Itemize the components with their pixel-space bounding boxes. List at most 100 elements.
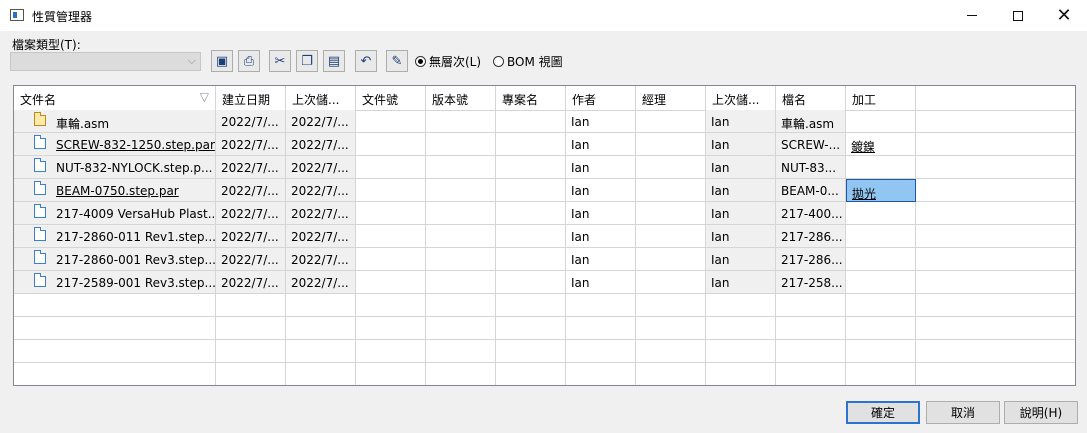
- author-cell[interactable]: [566, 294, 636, 317]
- table-row[interactable]: 217-2860-011 Rev1.step.... 2022/7/... 2022…: [14, 225, 1075, 248]
- column-header-last-saved-by[interactable]: 上次儲...: [706, 86, 776, 110]
- minimize-button[interactable]: [949, 0, 995, 31]
- filler-cell[interactable]: [916, 340, 1075, 363]
- manager-cell[interactable]: [636, 179, 706, 202]
- revision-cell[interactable]: [426, 271, 496, 294]
- revision-cell[interactable]: [426, 225, 496, 248]
- revision-cell[interactable]: [426, 110, 496, 133]
- filler-cell[interactable]: [916, 363, 1075, 385]
- last-saved-cell[interactable]: 2022/7/...: [286, 133, 356, 156]
- revision-cell[interactable]: [426, 363, 496, 385]
- column-header-filename[interactable]: 文件名 ▽: [14, 86, 216, 110]
- created-cell[interactable]: 2022/7/...: [216, 202, 286, 225]
- project-cell[interactable]: [496, 294, 566, 317]
- created-cell[interactable]: 2022/7/...: [216, 110, 286, 133]
- doc-number-cell[interactable]: [356, 363, 426, 385]
- filler-cell[interactable]: [916, 294, 1075, 317]
- revision-cell[interactable]: [426, 317, 496, 340]
- doc-number-cell[interactable]: [356, 248, 426, 271]
- last-saved-by-cell[interactable]: [706, 317, 776, 340]
- process-cell[interactable]: [846, 248, 916, 271]
- filename-cell[interactable]: 217-4009 VersaHub Plast...: [14, 202, 216, 225]
- author-cell[interactable]: [566, 317, 636, 340]
- manager-cell[interactable]: [636, 340, 706, 363]
- filename-cell[interactable]: BEAM-0750.step.par: [14, 179, 216, 202]
- last-saved-cell[interactable]: [286, 363, 356, 385]
- filler-cell[interactable]: [916, 271, 1075, 294]
- last-saved-by-cell[interactable]: [706, 340, 776, 363]
- manager-cell[interactable]: [636, 133, 706, 156]
- ok-button[interactable]: 確定: [846, 401, 920, 424]
- copy-button[interactable]: ❐: [296, 50, 318, 72]
- doc-number-cell[interactable]: [356, 156, 426, 179]
- process-cell[interactable]: [846, 202, 916, 225]
- project-cell[interactable]: [496, 271, 566, 294]
- doc-number-cell[interactable]: [356, 225, 426, 248]
- column-header-project[interactable]: 專案名: [496, 86, 566, 110]
- last-saved-cell[interactable]: [286, 294, 356, 317]
- file-cell[interactable]: [776, 340, 846, 363]
- filler-cell[interactable]: [916, 202, 1075, 225]
- last-saved-cell[interactable]: [286, 317, 356, 340]
- revision-cell[interactable]: [426, 156, 496, 179]
- file-cell[interactable]: BEAM-0...: [776, 179, 846, 202]
- author-cell[interactable]: [566, 340, 636, 363]
- maximize-button[interactable]: [995, 0, 1041, 31]
- created-cell[interactable]: 2022/7/...: [216, 156, 286, 179]
- last-saved-cell[interactable]: 2022/7/...: [286, 271, 356, 294]
- help-button[interactable]: 說明(H): [1004, 401, 1078, 424]
- process-cell[interactable]: [846, 156, 916, 179]
- filename-cell[interactable]: [14, 340, 216, 363]
- author-cell[interactable]: [566, 363, 636, 385]
- project-cell[interactable]: [496, 248, 566, 271]
- project-cell[interactable]: [496, 156, 566, 179]
- column-header-last-saved[interactable]: 上次儲...: [286, 86, 356, 110]
- last-saved-cell[interactable]: 2022/7/...: [286, 179, 356, 202]
- manager-cell[interactable]: [636, 363, 706, 385]
- file-cell[interactable]: [776, 317, 846, 340]
- last-saved-cell[interactable]: 2022/7/...: [286, 156, 356, 179]
- filename-cell[interactable]: 車輪.asm: [14, 110, 216, 133]
- column-header-manager[interactable]: 經理: [636, 86, 706, 110]
- last-saved-by-cell[interactable]: [706, 294, 776, 317]
- process-cell-selected[interactable]: 拋光: [846, 179, 916, 202]
- filename-cell[interactable]: 217-2860-001 Rev3.step....: [14, 248, 216, 271]
- print-button[interactable]: ⎙: [238, 50, 260, 72]
- doc-number-cell[interactable]: [356, 133, 426, 156]
- column-header-process[interactable]: 加工: [846, 86, 916, 110]
- process-cell[interactable]: [846, 225, 916, 248]
- filename-cell[interactable]: NUT-832-NYLOCK.step.p...: [14, 156, 216, 179]
- file-cell[interactable]: 217-258...: [776, 271, 846, 294]
- created-cell[interactable]: 2022/7/...: [216, 179, 286, 202]
- project-cell[interactable]: [496, 340, 566, 363]
- empty-table-row[interactable]: [14, 294, 1075, 317]
- last-saved-by-cell[interactable]: [706, 363, 776, 385]
- table-row[interactable]: 217-2860-001 Rev3.step.... 2022/7/... 2022…: [14, 248, 1075, 271]
- author-cell[interactable]: Ian: [566, 110, 636, 133]
- manager-cell[interactable]: [636, 202, 706, 225]
- empty-table-row[interactable]: [14, 363, 1075, 385]
- process-cell[interactable]: [846, 317, 916, 340]
- process-cell[interactable]: 鍍鎳: [846, 133, 916, 156]
- file-cell[interactable]: [776, 294, 846, 317]
- manager-cell[interactable]: [636, 110, 706, 133]
- last-saved-cell[interactable]: 2022/7/...: [286, 248, 356, 271]
- created-cell[interactable]: [216, 317, 286, 340]
- table-row[interactable]: NUT-832-NYLOCK.step.p... 2022/7/... 2022/7…: [14, 156, 1075, 179]
- created-cell[interactable]: 2022/7/...: [216, 248, 286, 271]
- project-cell[interactable]: [496, 363, 566, 385]
- last-saved-cell[interactable]: 2022/7/...: [286, 110, 356, 133]
- file-cell[interactable]: 車輪.asm: [776, 110, 846, 133]
- author-cell[interactable]: Ian: [566, 271, 636, 294]
- empty-table-row[interactable]: [14, 317, 1075, 340]
- doc-number-cell[interactable]: [356, 202, 426, 225]
- project-cell[interactable]: [496, 133, 566, 156]
- process-cell[interactable]: [846, 110, 916, 133]
- project-cell[interactable]: [496, 110, 566, 133]
- created-cell[interactable]: 2022/7/...: [216, 133, 286, 156]
- paste-button[interactable]: ▤: [323, 50, 345, 72]
- created-cell[interactable]: [216, 340, 286, 363]
- author-cell[interactable]: Ian: [566, 156, 636, 179]
- last-saved-by-cell[interactable]: Ian: [706, 110, 776, 133]
- revision-cell[interactable]: [426, 340, 496, 363]
